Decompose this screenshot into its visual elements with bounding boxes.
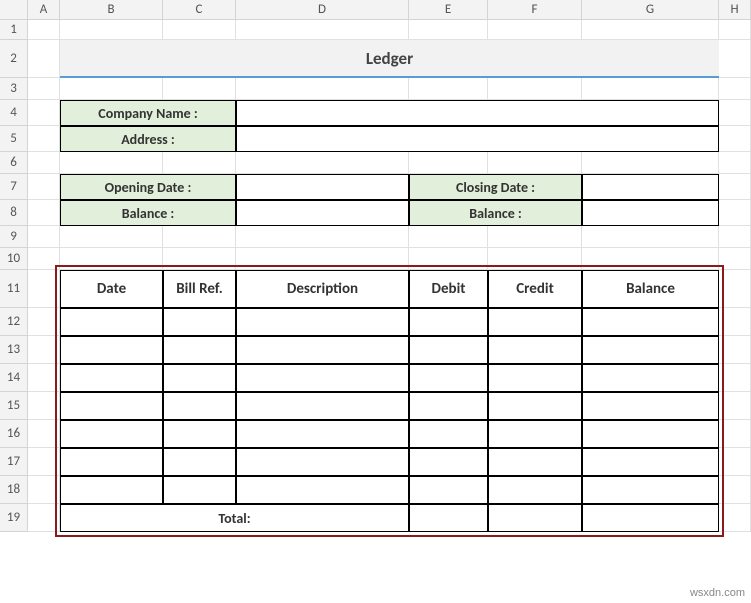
table-cell[interactable]: [488, 448, 582, 476]
table-cell[interactable]: [60, 336, 163, 364]
col-header-G[interactable]: G: [582, 0, 719, 19]
table-cell[interactable]: [488, 364, 582, 392]
watermark: wsxdn.com: [690, 587, 745, 599]
opening-balance-label: Balance :: [60, 200, 236, 226]
table-cell[interactable]: [409, 392, 488, 420]
table-header-debit: Debit: [409, 270, 488, 308]
table-cell[interactable]: [488, 420, 582, 448]
table-header-date: Date: [60, 270, 163, 308]
closing-date-value[interactable]: [582, 174, 719, 200]
col-header-B[interactable]: B: [60, 0, 163, 19]
row-header-14[interactable]: 14: [0, 364, 28, 392]
closing-balance-value[interactable]: [582, 200, 719, 226]
row-header-13[interactable]: 13: [0, 336, 28, 364]
row-header-8[interactable]: 8: [0, 200, 28, 226]
row-header-11[interactable]: 11: [0, 270, 28, 308]
company-name-label: Company Name :: [60, 100, 236, 126]
closing-balance-label: Balance :: [409, 200, 582, 226]
col-header-F[interactable]: F: [488, 0, 582, 19]
row-header-1[interactable]: 1: [0, 20, 28, 40]
table-cell[interactable]: [582, 364, 719, 392]
ledger-title: Ledger: [60, 40, 719, 78]
row-header-4[interactable]: 4: [0, 100, 28, 126]
table-cell[interactable]: [409, 448, 488, 476]
table-cell[interactable]: [60, 308, 163, 336]
table-header-description: Description: [236, 270, 409, 308]
row-header-9[interactable]: 9: [0, 226, 28, 248]
row-header-16[interactable]: 16: [0, 420, 28, 448]
table-cell[interactable]: [236, 392, 409, 420]
table-cell[interactable]: [582, 420, 719, 448]
row-header-15[interactable]: 15: [0, 392, 28, 420]
table-cell[interactable]: [163, 308, 236, 336]
table-header-bill-ref-: Bill Ref.: [163, 270, 236, 308]
address-label: Address :: [60, 126, 236, 152]
row-header-3[interactable]: 3: [0, 78, 28, 100]
table-cell[interactable]: [488, 308, 582, 336]
address-value[interactable]: [236, 126, 719, 152]
row-header-17[interactable]: 17: [0, 448, 28, 476]
table-cell[interactable]: [582, 336, 719, 364]
total-credit[interactable]: [488, 504, 582, 532]
table-cell[interactable]: [488, 392, 582, 420]
table-header-balance: Balance: [582, 270, 719, 308]
table-cell[interactable]: [582, 448, 719, 476]
col-header-C[interactable]: C: [163, 0, 236, 19]
table-cell[interactable]: [236, 420, 409, 448]
col-header-E[interactable]: E: [409, 0, 488, 19]
table-header-credit: Credit: [488, 270, 582, 308]
table-cell[interactable]: [409, 420, 488, 448]
table-cell[interactable]: [236, 308, 409, 336]
table-cell[interactable]: [163, 448, 236, 476]
row-headers: 12345678910111213141516171819: [0, 20, 28, 532]
total-debit[interactable]: [409, 504, 488, 532]
total-balance[interactable]: [582, 504, 719, 532]
row-header-12[interactable]: 12: [0, 308, 28, 336]
table-cell[interactable]: [60, 448, 163, 476]
opening-balance-value[interactable]: [236, 200, 409, 226]
col-header-D[interactable]: D: [236, 0, 409, 19]
row-header-10[interactable]: 10: [0, 248, 28, 270]
table-cell[interactable]: [409, 308, 488, 336]
row-header-6[interactable]: 6: [0, 152, 28, 174]
table-cell[interactable]: [488, 476, 582, 504]
table-cell[interactable]: [163, 420, 236, 448]
col-header-H[interactable]: H: [719, 0, 751, 19]
row-header-19[interactable]: 19: [0, 504, 28, 532]
table-cell[interactable]: [236, 476, 409, 504]
table-cell[interactable]: [163, 476, 236, 504]
table-cell[interactable]: [409, 476, 488, 504]
table-cell[interactable]: [488, 336, 582, 364]
table-cell[interactable]: [236, 448, 409, 476]
table-cell[interactable]: [60, 392, 163, 420]
company-name-value[interactable]: [236, 100, 719, 126]
table-cell[interactable]: [60, 420, 163, 448]
table-cell[interactable]: [409, 364, 488, 392]
col-header-A[interactable]: A: [28, 0, 60, 19]
table-cell[interactable]: [163, 364, 236, 392]
opening-date-value[interactable]: [236, 174, 409, 200]
table-cell[interactable]: [582, 392, 719, 420]
row-header-18[interactable]: 18: [0, 476, 28, 504]
table-cell[interactable]: [60, 364, 163, 392]
row-header-5[interactable]: 5: [0, 126, 28, 152]
table-cell[interactable]: [236, 364, 409, 392]
col-header-corner[interactable]: [0, 0, 28, 19]
table-cell[interactable]: [236, 336, 409, 364]
row-header-7[interactable]: 7: [0, 174, 28, 200]
opening-date-label: Opening Date :: [60, 174, 236, 200]
total-label: Total:: [60, 504, 409, 532]
table-cell[interactable]: [163, 392, 236, 420]
table-cell[interactable]: [60, 476, 163, 504]
table-cell[interactable]: [582, 476, 719, 504]
closing-date-label: Closing Date :: [409, 174, 582, 200]
table-cell[interactable]: [582, 308, 719, 336]
row-header-2[interactable]: 2: [0, 40, 28, 78]
table-cell[interactable]: [409, 336, 488, 364]
column-headers: ABCDEFGH: [0, 0, 751, 20]
table-cell[interactable]: [163, 336, 236, 364]
